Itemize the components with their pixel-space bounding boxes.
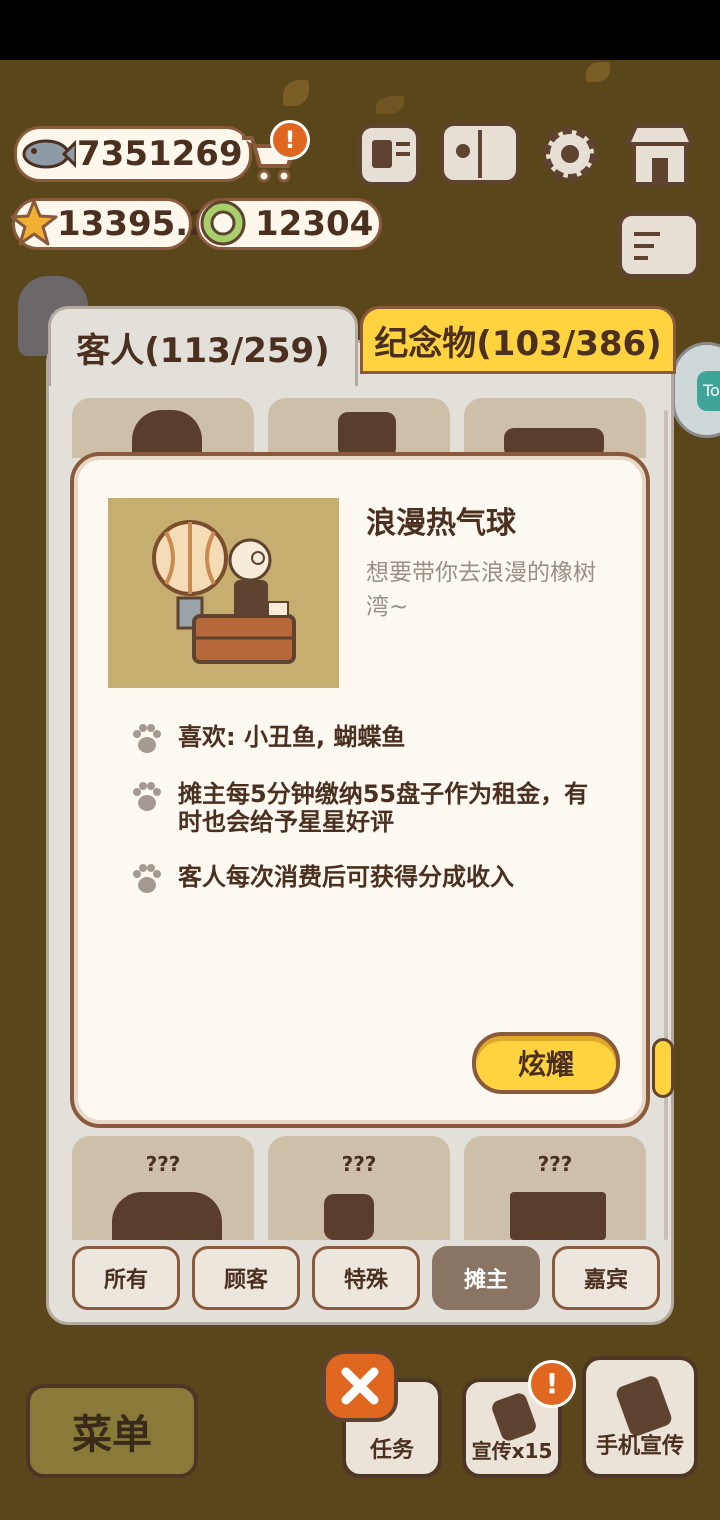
promo-label: 宣传x15 xyxy=(471,1439,553,1463)
close-button[interactable] xyxy=(322,1350,398,1422)
show-off-button[interactable]: 炫耀 xyxy=(472,1032,620,1094)
guest-card[interactable] xyxy=(464,398,646,458)
tasks-label: 任务 xyxy=(369,1438,414,1463)
filter-special[interactable]: 特殊 xyxy=(312,1246,420,1310)
guest-title: 浪漫热气球 xyxy=(366,506,516,541)
promo-alert-badge: ! xyxy=(528,1360,576,1408)
filter-label: 特殊 xyxy=(343,1268,388,1293)
filter-stall-owner[interactable]: 摊主 xyxy=(432,1246,540,1310)
locked-guest-card[interactable]: ??? xyxy=(464,1136,646,1240)
filter-label: 嘉宾 xyxy=(583,1268,628,1293)
status-bar xyxy=(0,0,720,60)
filter-guest-star[interactable]: 嘉宾 xyxy=(552,1246,660,1310)
guest-portrait xyxy=(108,498,339,688)
recipe-book-button[interactable] xyxy=(440,122,520,184)
likes-text: 喜欢: 小丑鱼, 蝴蝶鱼 xyxy=(178,723,406,751)
rent-bullet: 摊主每5分钟缴纳55盘子作为租金，有时也会给予星星好评 xyxy=(130,780,620,836)
filter-label: 摊主 xyxy=(463,1268,508,1293)
tab-souvenirs[interactable]: 纪念物(103/386) xyxy=(360,306,676,374)
leaf-icon xyxy=(283,80,309,106)
rent-text: 摊主每5分钟缴纳55盘子作为租金，有时也会给予星星好评 xyxy=(178,780,589,836)
leaf-icon xyxy=(586,62,610,82)
gear-icon[interactable] xyxy=(538,122,602,186)
plate-icon xyxy=(198,198,248,248)
fish-icon xyxy=(16,128,78,180)
revenue-bullet: 客人每次消费后可获得分成收入 xyxy=(130,862,620,896)
locked-guest-card[interactable]: ??? xyxy=(268,1136,450,1240)
paw-icon xyxy=(130,862,164,896)
likes-bullet: 喜欢: 小丑鱼, 蝴蝶鱼 xyxy=(130,722,620,756)
cart-alert-badge: ! xyxy=(270,120,310,160)
paw-icon xyxy=(130,780,164,814)
revenue-text: 客人每次消费后可获得分成收入 xyxy=(178,863,514,891)
scrollbar-thumb[interactable] xyxy=(652,1038,674,1098)
tab-souvenirs-label: 纪念物(103/386) xyxy=(374,323,662,364)
tab-guests[interactable]: 客人(113/259) xyxy=(48,306,358,386)
side-button-label: To xyxy=(697,371,720,411)
locked-card-label: ??? xyxy=(341,1152,377,1176)
filter-label: 所有 xyxy=(103,1268,148,1293)
close-icon xyxy=(341,1367,379,1405)
menu-button[interactable]: 菜单 xyxy=(26,1384,198,1478)
locked-card-label: ??? xyxy=(537,1152,573,1176)
locked-card-label: ??? xyxy=(145,1152,181,1176)
newspaper-button[interactable] xyxy=(358,124,420,186)
shop-icon[interactable] xyxy=(622,122,698,188)
tab-guests-label: 客人(113/259) xyxy=(76,331,330,371)
phone-promo-label: 手机宣传 xyxy=(595,1434,684,1459)
menu-label: 菜单 xyxy=(72,1412,152,1458)
filter-all[interactable]: 所有 xyxy=(72,1246,180,1310)
guest-card[interactable] xyxy=(72,398,254,458)
locked-guest-card[interactable]: ??? xyxy=(72,1136,254,1240)
filter-label: 顾客 xyxy=(223,1268,268,1293)
star-icon xyxy=(10,198,58,248)
phone-promo-button[interactable]: 手机宣传 xyxy=(582,1356,698,1478)
guest-card[interactable] xyxy=(268,398,450,458)
side-floating-button[interactable]: To xyxy=(672,342,720,438)
guest-description: 想要带你去浪漫的橡树湾~ xyxy=(366,560,596,620)
show-off-label: 炫耀 xyxy=(517,1048,574,1081)
paw-icon xyxy=(130,722,164,756)
scrollbar-track[interactable] xyxy=(664,410,668,1240)
leaf-icon xyxy=(376,96,404,114)
sort-toggle-button[interactable] xyxy=(618,212,700,278)
filter-customer[interactable]: 顾客 xyxy=(192,1246,300,1310)
